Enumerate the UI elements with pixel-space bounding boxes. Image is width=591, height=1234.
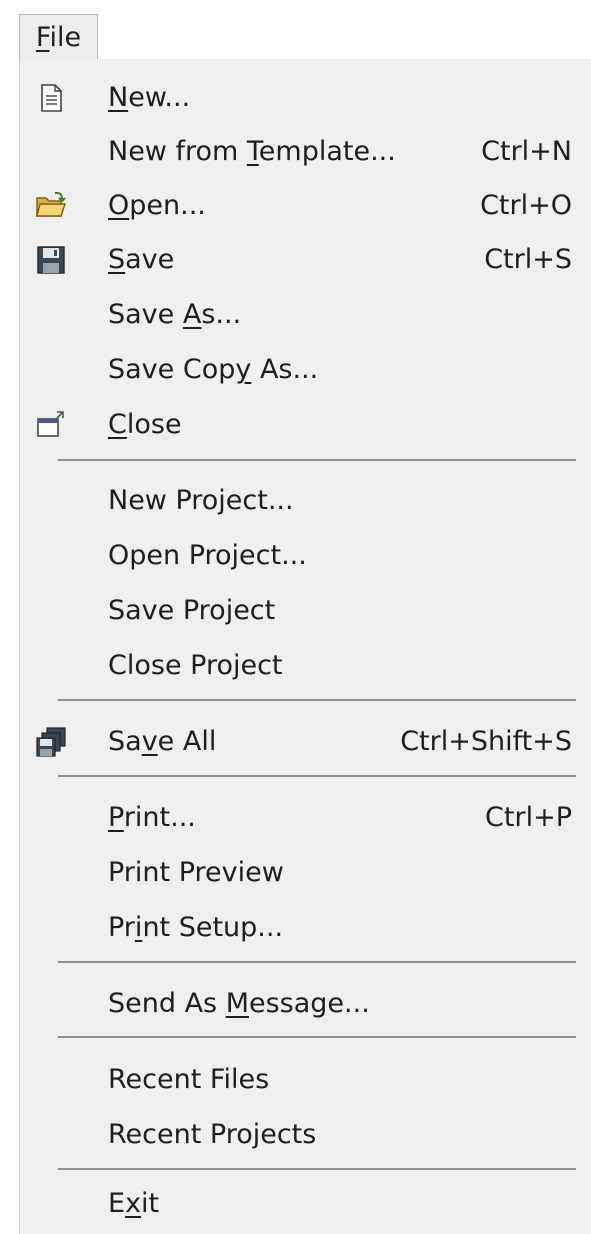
- menu-item-close[interactable]: Close: [20, 400, 580, 450]
- shortcut-text: Ctrl+S: [484, 244, 572, 275]
- menu-item-exit[interactable]: Exit: [20, 1179, 580, 1229]
- menu-item-label: Close Project: [108, 650, 283, 681]
- menu-item-label: New from Template...: [108, 136, 396, 167]
- menu-item-open[interactable]: Open... Ctrl+O: [20, 181, 580, 231]
- shortcut-text: Ctrl+N: [481, 136, 572, 167]
- menu-item-new[interactable]: New...: [20, 73, 580, 123]
- close-window-icon: [35, 409, 67, 441]
- menu-item-label: Send As Message...: [108, 988, 370, 1019]
- menu-item-label: New...: [108, 82, 191, 113]
- file-menu-label: File: [35, 22, 82, 53]
- shortcut-text: Ctrl+P: [485, 802, 572, 833]
- menu-item-save-all[interactable]: Save All Ctrl+Shift+S: [20, 717, 580, 767]
- menu-item-print-setup[interactable]: Print Setup...: [20, 903, 580, 953]
- menu-separator: [58, 961, 576, 963]
- menu-separator: [58, 1036, 576, 1038]
- new-document-icon: [35, 82, 67, 114]
- menu-item-label: Open...: [108, 190, 206, 221]
- menu-separator: [58, 699, 576, 701]
- menu-item-save-project[interactable]: Save Project: [20, 586, 580, 636]
- shortcut-text: Ctrl+O: [480, 190, 572, 221]
- menu-item-label: Exit: [108, 1188, 160, 1219]
- menu-item-recent-files[interactable]: Recent Files: [20, 1055, 580, 1105]
- menu-item-label: Save All: [108, 726, 217, 757]
- menu-item-label: Save Project: [108, 595, 276, 626]
- shortcut-text: Ctrl+Shift+S: [400, 726, 572, 757]
- file-menu-button[interactable]: File: [19, 14, 98, 60]
- menu-item-label: Recent Projects: [108, 1119, 317, 1150]
- menu-item-recent-projects[interactable]: Recent Projects: [20, 1110, 580, 1160]
- menu-item-save-as[interactable]: Save As...: [20, 290, 580, 340]
- menu-item-label: Print...: [108, 802, 196, 833]
- menu-item-open-project[interactable]: Open Project...: [20, 531, 580, 581]
- menu-item-label: Print Setup...: [108, 912, 284, 943]
- menu-item-label: Save Copy As...: [108, 354, 319, 385]
- open-folder-icon: [35, 190, 67, 222]
- menu-item-new-from-template[interactable]: New from Template... Ctrl+N: [20, 127, 580, 177]
- menu-separator: [58, 459, 576, 461]
- menu-item-label: Recent Files: [108, 1064, 270, 1095]
- menu-separator: [58, 775, 576, 777]
- menu-item-save[interactable]: Save Ctrl+S: [20, 235, 580, 285]
- menu-item-save-copy-as[interactable]: Save Copy As...: [20, 345, 580, 395]
- file-menu-dropdown: New... New from Template... Ctrl+N Open.…: [19, 59, 591, 1234]
- menu-item-label: Save As...: [108, 299, 242, 330]
- menu-item-label: Open Project...: [108, 540, 307, 571]
- menu-separator: [58, 1168, 576, 1170]
- menu-item-label: Close: [108, 409, 182, 440]
- floppy-disk-icon: [35, 244, 67, 276]
- menu-item-label: New Project...: [108, 485, 294, 516]
- menu-item-label: Save: [108, 244, 175, 275]
- menu-item-new-project[interactable]: New Project...: [20, 476, 580, 526]
- menu-item-close-project[interactable]: Close Project: [20, 641, 580, 691]
- menu-item-print[interactable]: Print... Ctrl+P: [20, 793, 580, 843]
- save-all-icon: [35, 726, 67, 758]
- menu-item-label: Print Preview: [108, 857, 284, 888]
- menu-item-print-preview[interactable]: Print Preview: [20, 848, 580, 898]
- menu-item-send-as-message[interactable]: Send As Message...: [20, 979, 580, 1029]
